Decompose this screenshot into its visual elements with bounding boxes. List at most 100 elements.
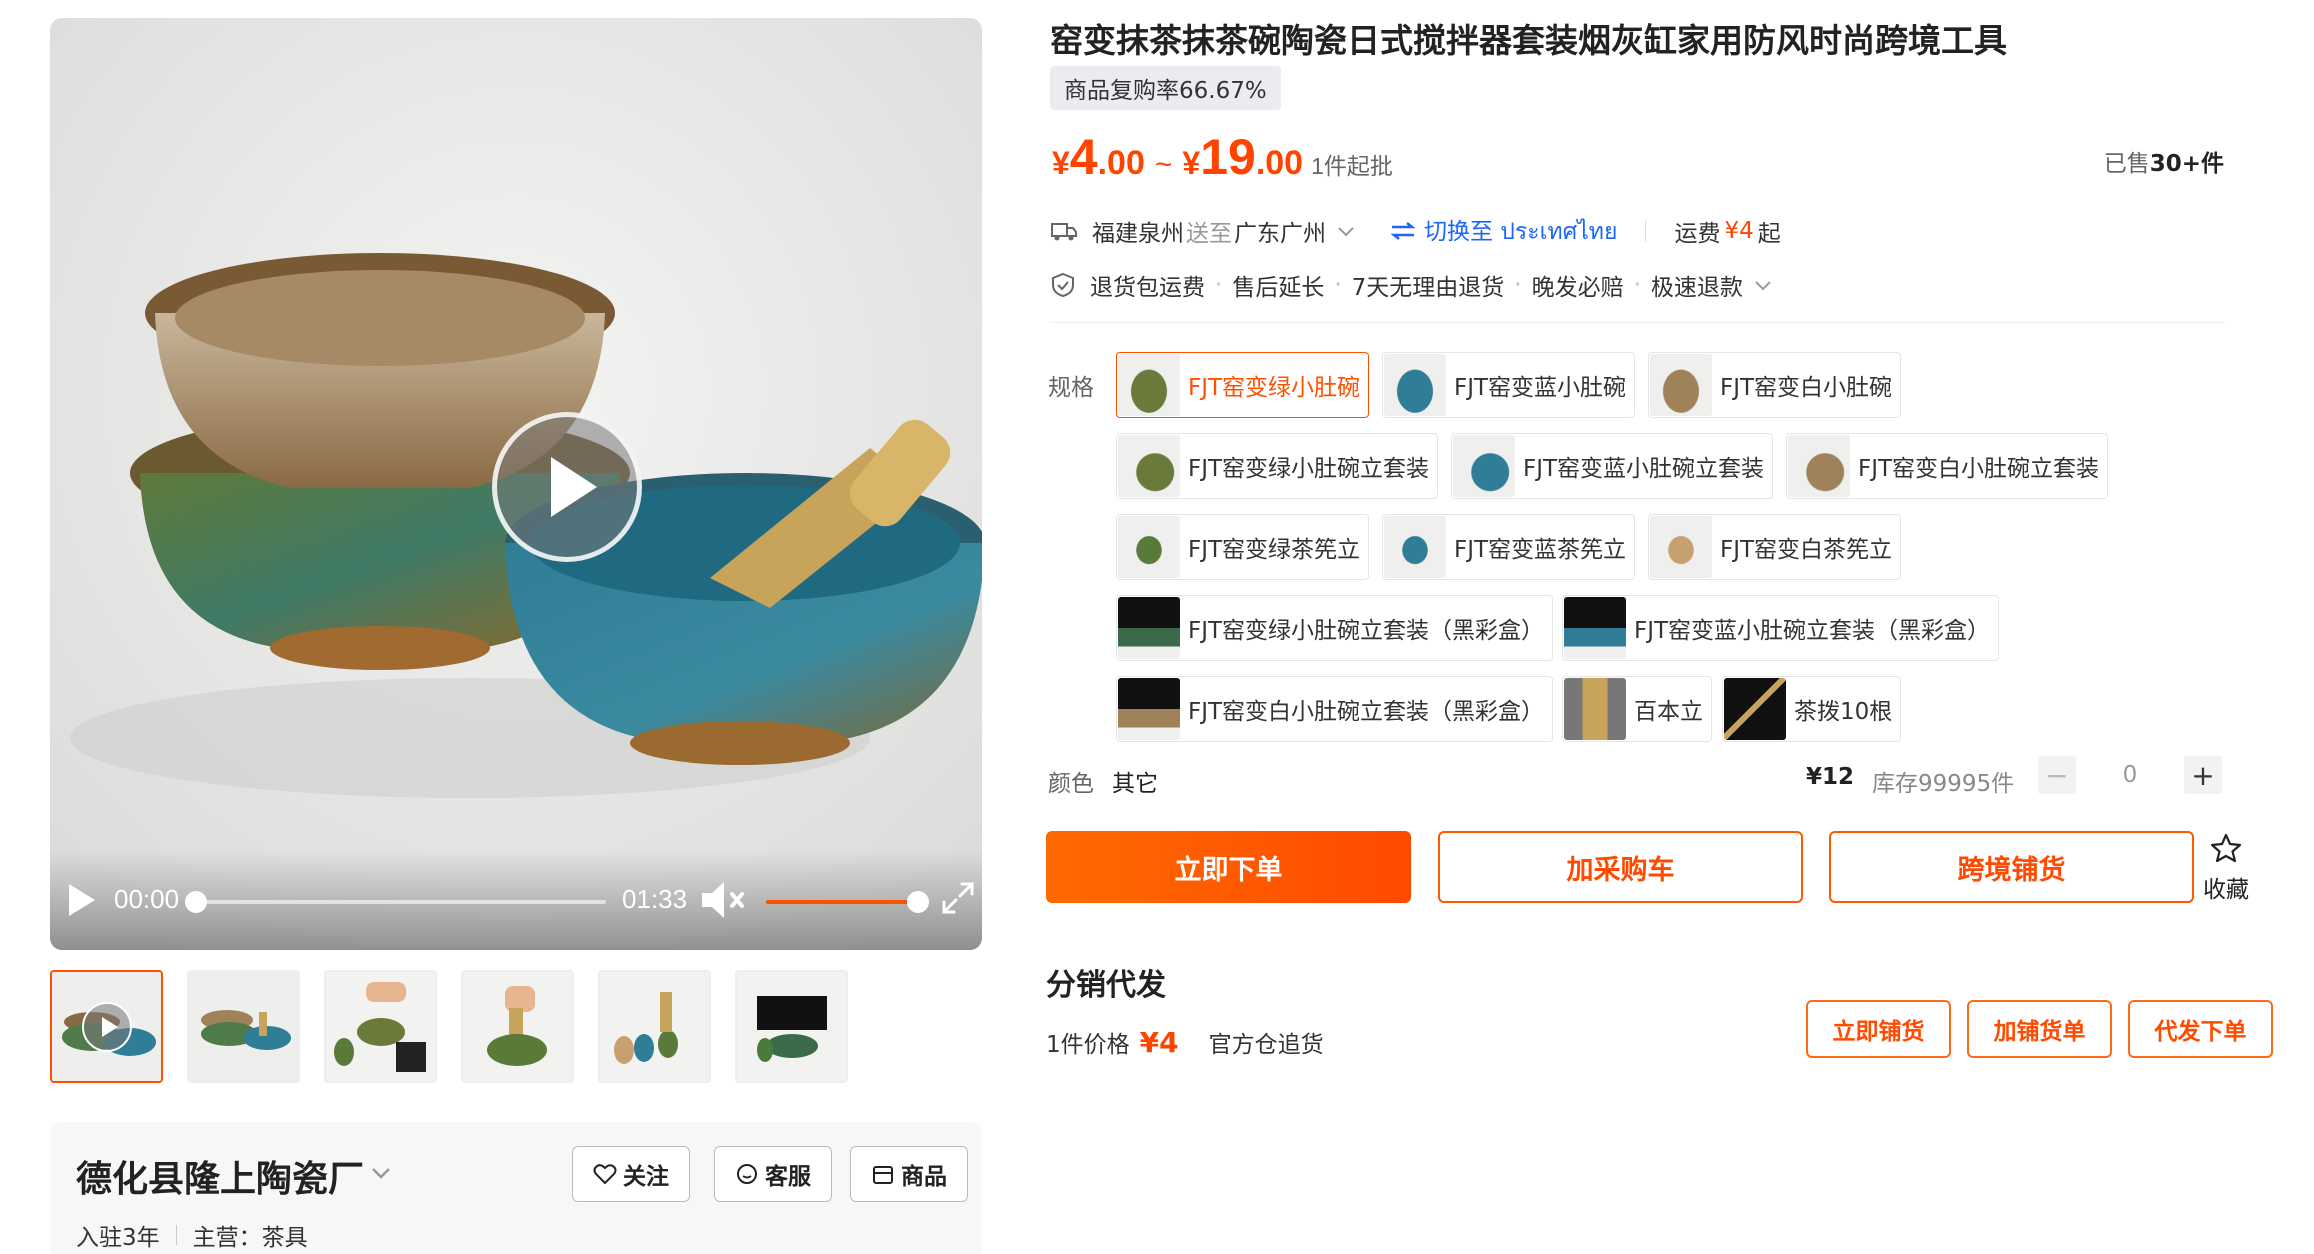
cross-border-listing-button[interactable]: 跨境铺货 <box>1829 831 2194 903</box>
color-label: 颜色 <box>1048 771 1094 797</box>
minimum-order: 1件起批 <box>1311 153 1393 179</box>
sku-option[interactable]: FJT窑变绿小肚碗立套装 <box>1116 433 1439 499</box>
distribution-price: 1件价格 ¥4 官方仓追货 <box>1046 1025 1324 1059</box>
video-progress-bar[interactable] <box>185 891 606 913</box>
dot-separator: · <box>1514 272 1522 298</box>
heart-plus-icon <box>593 1164 617 1185</box>
shop-products-button[interactable]: 商品 <box>850 1146 968 1202</box>
shipping-fee-suffix: 起 <box>1757 221 1781 247</box>
add-to-cart-button[interactable]: 加采购车 <box>1438 831 1803 903</box>
ship-from: 福建泉州 <box>1092 221 1184 247</box>
thumbnail-image[interactable] <box>461 970 574 1083</box>
sku-thumbnail <box>1724 678 1786 740</box>
price-low-decimal: .00 <box>1097 144 1145 182</box>
dot-separator: · <box>1633 272 1641 298</box>
volume-knob[interactable] <box>907 891 929 913</box>
service-guarantees[interactable]: 退货包运费 · 售后延长 · 7天无理由退货 · 晚发必赔 · 极速退款 <box>1050 268 1773 302</box>
unit-price: ¥12 <box>1806 764 1855 790</box>
quantity-increase-button[interactable]: + <box>2184 756 2222 794</box>
switch-region-link[interactable]: 切换至 ประเทศไทย <box>1390 212 1617 250</box>
price-separator: ~ <box>1154 148 1173 181</box>
sku-option[interactable]: FJT窑变绿小肚碗立套装（黑彩盒） <box>1116 595 1554 661</box>
follow-button[interactable]: 关注 <box>572 1146 690 1202</box>
sku-option[interactable]: FJT窑变蓝小肚碗 <box>1382 352 1636 418</box>
sku-thumbnail <box>1384 354 1446 416</box>
volume-fill <box>766 900 918 904</box>
sku-option[interactable]: 百本立 <box>1562 676 1712 742</box>
chevron-down-icon[interactable] <box>1336 221 1356 241</box>
sku-label: FJT窑变绿茶筅立 <box>1188 537 1361 563</box>
sku-thumbnail <box>1118 678 1180 740</box>
sku-label: FJT窑变白茶筅立 <box>1720 537 1893 563</box>
add-listing-button[interactable]: 加铺货单 <box>1967 1000 2112 1058</box>
order-now-button[interactable]: 立即下单 <box>1046 831 1411 903</box>
shipping-fee-value: ¥4 <box>1724 218 1754 244</box>
service-item: 7天无理由退货 <box>1351 275 1505 301</box>
play-video-button[interactable] <box>492 412 642 562</box>
dot-separator: · <box>1215 272 1223 298</box>
thumbnail-image[interactable] <box>324 970 437 1083</box>
sku-thumbnail <box>1118 435 1180 497</box>
thumbnail-image[interactable] <box>735 970 848 1083</box>
sku-option[interactable]: FJT窑变绿茶筅立 <box>1116 514 1370 580</box>
sku-label: FJT窑变蓝小肚碗立套装 <box>1523 456 1765 482</box>
service-item: 售后延长 <box>1232 275 1325 301</box>
sku-option[interactable]: FJT窑变白小肚碗立套装（黑彩盒） <box>1116 676 1554 742</box>
chevron-down-icon[interactable] <box>1753 275 1773 295</box>
video-duration: 01:33 <box>622 884 688 914</box>
sku-thumbnail <box>1118 354 1180 416</box>
sku-option[interactable]: FJT窑变绿小肚碗 <box>1116 352 1370 418</box>
sku-thumbnail <box>1384 516 1446 578</box>
products-label: 商品 <box>901 1164 947 1190</box>
shop-main-label: 主营： <box>192 1225 262 1251</box>
thumbnail-video[interactable] <box>50 970 163 1083</box>
shop-main-value: 茶具 <box>261 1225 308 1251</box>
swap-icon <box>1390 222 1416 240</box>
mute-icon[interactable] <box>698 878 748 922</box>
list-now-button[interactable]: 立即铺货 <box>1806 1000 1951 1058</box>
customer-service-button[interactable]: 客服 <box>714 1146 832 1202</box>
shop-years: 入驻3年 <box>76 1225 160 1251</box>
shield-check-icon <box>1052 272 1074 298</box>
thumbnail-strip <box>50 970 848 1083</box>
thumbnail-image[interactable] <box>598 970 711 1083</box>
service-item: 退货包运费 <box>1090 275 1205 301</box>
video-play-icon <box>82 1002 132 1052</box>
sku-option[interactable]: 茶拨10根 <box>1722 676 1902 742</box>
fullscreen-icon[interactable] <box>940 880 976 916</box>
thumbnail-image[interactable] <box>187 970 300 1083</box>
sku-option[interactable]: FJT窑变蓝茶筅立 <box>1382 514 1636 580</box>
shipping-fee-label: 运费 <box>1674 221 1721 247</box>
sku-option[interactable]: FJT窑变白茶筅立 <box>1648 514 1902 580</box>
volume-slider[interactable] <box>766 891 929 913</box>
shop-card: 德化县隆上陶瓷厂 入驻3年 主营： 茶具 关注 客服 商品 <box>50 1122 982 1254</box>
play-icon[interactable] <box>62 880 102 920</box>
sku-option[interactable]: FJT窑变蓝小肚碗立套装 <box>1451 433 1774 499</box>
sku-option[interactable]: FJT窑变蓝小肚碗立套装（黑彩盒） <box>1562 595 2000 661</box>
price-range: ¥ 4 .00 ~ ¥ 19 .00 1件起批 <box>1052 128 1393 186</box>
shop-name[interactable]: 德化县隆上陶瓷厂 <box>76 1150 364 1202</box>
store-icon <box>873 1166 893 1184</box>
dropship-order-button[interactable]: 代发下单 <box>2128 1000 2273 1058</box>
quantity-decrease-button[interactable]: − <box>2038 756 2076 794</box>
sku-option[interactable]: FJT窑变白小肚碗立套装 <box>1786 433 2109 499</box>
service-item: 晚发必赔 <box>1531 275 1624 301</box>
video-controls: 00:00 01:33 <box>50 850 982 950</box>
progress-knob[interactable] <box>185 891 207 913</box>
shop-meta: 入驻3年 主营： 茶具 <box>76 1218 308 1252</box>
repeat-rate-badge: 商品复购率66.67% <box>1050 66 1281 110</box>
favorite-button[interactable]: 收藏 <box>2196 832 2256 904</box>
sku-thumbnail <box>1650 354 1712 416</box>
sku-label: FJT窑变蓝小肚碗 <box>1454 375 1627 401</box>
sold-count: 已售30+件 <box>2104 144 2224 178</box>
spec-label: 规格 <box>1048 375 1094 401</box>
ship-to-location[interactable]: 广东广州 <box>1234 214 1326 248</box>
quantity-input[interactable]: 0 <box>2100 762 2160 788</box>
sku-option[interactable]: FJT窑变白小肚碗 <box>1648 352 1902 418</box>
chevron-down-icon[interactable] <box>370 1162 392 1184</box>
sku-label: FJT窑变绿小肚碗立套装 <box>1188 456 1430 482</box>
price-high-decimal: .00 <box>1255 144 1304 182</box>
single-price-label: 1件价格 <box>1046 1032 1130 1058</box>
product-video-player[interactable]: 00:00 01:33 <box>50 18 982 950</box>
service-label: 客服 <box>765 1164 811 1190</box>
